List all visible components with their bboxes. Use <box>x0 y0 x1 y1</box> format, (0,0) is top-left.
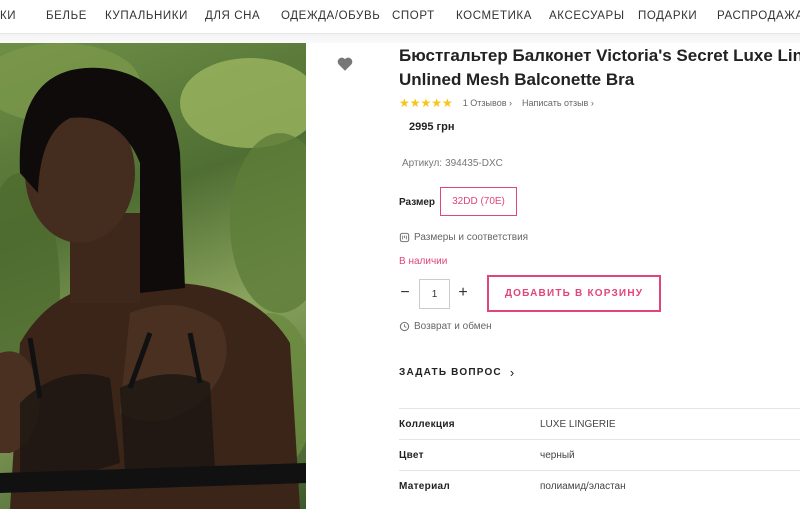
quantity-input[interactable] <box>419 279 450 309</box>
stock-status: В наличии <box>399 256 448 267</box>
sku-label: Артикул: <box>402 158 443 169</box>
size-chart-link[interactable]: Размеры и соответствия <box>399 232 528 243</box>
add-to-cart-button[interactable]: ДОБАВИТЬ В КОРЗИНУ <box>487 275 661 312</box>
nav-item-swimwear[interactable]: КУПАЛЬНИКИ <box>105 10 188 22</box>
sku-value: 394435-DXC <box>445 158 503 169</box>
nav-item-sale[interactable]: РАСПРОДАЖА <box>717 10 800 22</box>
ask-question-button[interactable]: ЗАДАТЬ ВОПРОС › <box>399 365 515 380</box>
write-review-link[interactable]: Написать отзыв › <box>522 98 594 108</box>
star-icon: ★★★★★ <box>399 96 453 110</box>
size-option-button[interactable]: 32DD (70E) <box>440 187 517 216</box>
chevron-right-icon: › <box>509 365 516 380</box>
spec-key: Материал <box>399 481 451 492</box>
returns-link[interactable]: Возврат и обмен <box>399 321 492 332</box>
quantity-increase-button[interactable]: + <box>455 285 471 303</box>
size-chart-icon <box>399 232 410 243</box>
returns-label: Возврат и обмен <box>414 321 492 332</box>
specifications-table: Коллекция LUXE LINGERIE Цвет черный Мате… <box>399 408 800 501</box>
spec-key: Коллекция <box>399 419 455 430</box>
size-chart-label: Размеры и соответствия <box>414 232 529 243</box>
size-label: Размер <box>399 197 436 208</box>
nav-item-sleepwear[interactable]: ДЛЯ СНА <box>205 10 260 22</box>
header-divider <box>0 34 800 43</box>
rating-row: ★★★★★ 1 Отзывов › Написать отзыв › <box>399 96 594 110</box>
spec-row: Цвет черный <box>399 439 800 470</box>
spec-value: черный <box>540 450 575 461</box>
nav-item-cosmetics[interactable]: КОСМЕТИКА <box>456 10 532 22</box>
product-price: 2995 грн <box>409 121 455 133</box>
nav-item-clothing-shoes[interactable]: ОДЕЖДА/ОБУВЬ <box>281 10 380 22</box>
product-title-line-2: Unlined Mesh Balconette Bra <box>399 70 635 89</box>
heart-icon[interactable] <box>336 55 354 73</box>
reviews-link[interactable]: 1 Отзывов › <box>463 98 512 108</box>
product-photo[interactable] <box>0 43 306 509</box>
spec-row: Материал полиамид/эластан <box>399 470 800 501</box>
nav-item-partial[interactable]: КИ <box>0 10 16 22</box>
product-photo-illustration <box>0 43 306 509</box>
spec-row: Коллекция LUXE LINGERIE <box>399 408 800 439</box>
product-title-line-1: Бюстгальтер Балконет Victoria's Secret L… <box>399 46 800 65</box>
spec-value: полиамид/эластан <box>540 481 626 492</box>
nav-item-sport[interactable]: СПОРТ <box>392 10 435 22</box>
nav-item-gifts[interactable]: ПОДАРКИ <box>638 10 697 22</box>
ask-question-label: ЗАДАТЬ ВОПРОС <box>399 367 502 378</box>
product-sku: Артикул: 394435-DXC <box>399 158 503 169</box>
nav-item-accessories[interactable]: АКСЕСУАРЫ <box>549 10 625 22</box>
quantity-decrease-button[interactable]: − <box>397 285 413 303</box>
spec-key: Цвет <box>399 450 424 461</box>
top-navigation: КИ БЕЛЬЕ КУПАЛЬНИКИ ДЛЯ СНА ОДЕЖДА/ОБУВЬ… <box>0 0 800 34</box>
spec-value: LUXE LINGERIE <box>540 419 616 430</box>
return-icon <box>399 321 410 332</box>
product-title: Бюстгальтер Балконет Victoria's Secret L… <box>399 44 800 92</box>
nav-item-lingerie[interactable]: БЕЛЬЕ <box>46 10 87 22</box>
